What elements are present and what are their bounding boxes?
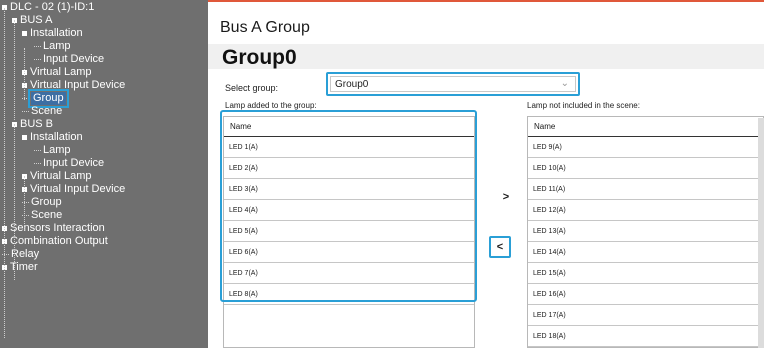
select-group-label: Select group: bbox=[225, 83, 279, 93]
tree-connector bbox=[34, 150, 41, 151]
lamp-list-row[interactable]: LED 4(A) bbox=[224, 200, 474, 221]
tree-item-label: BUS A bbox=[20, 14, 53, 26]
tree-item-label: Virtual Lamp bbox=[30, 66, 92, 78]
lamp-list-row[interactable]: LED 1(A) bbox=[224, 137, 474, 158]
group-select-field[interactable]: Group0 ⌄ bbox=[330, 76, 576, 92]
lamp-list-row[interactable]: LED 15(A) bbox=[528, 263, 763, 284]
page-title: Bus A Group bbox=[220, 19, 310, 36]
remove-from-group-button[interactable]: < bbox=[489, 236, 511, 258]
tree-item-label: Lamp bbox=[43, 40, 71, 52]
tree-item-label: Scene bbox=[31, 209, 63, 221]
lamp-list-row[interactable]: LED 10(A) bbox=[528, 158, 763, 179]
lamp-list-row[interactable]: LED 17(A) bbox=[528, 305, 763, 326]
tree-item-label: Combination Output bbox=[10, 235, 108, 247]
top-accent-bar bbox=[208, 0, 764, 2]
tree-item-label: Virtual Lamp bbox=[30, 170, 92, 182]
added-grid-header: Name bbox=[224, 117, 474, 137]
tree-item-label: Installation bbox=[30, 27, 83, 39]
chevron-down-icon[interactable]: ⌄ bbox=[561, 78, 569, 89]
group-heading-band: Group0 bbox=[208, 44, 764, 69]
tree-item-label: Relay bbox=[11, 248, 40, 260]
group-editor-panel: Bus A Group Group0 Select group: Group0 … bbox=[208, 0, 764, 348]
tree-item-label: Lamp bbox=[43, 144, 71, 156]
lamp-list-row[interactable]: LED 5(A) bbox=[224, 221, 474, 242]
lamp-list-row[interactable]: LED 13(A) bbox=[528, 221, 763, 242]
tree-item-label: Installation bbox=[30, 131, 83, 143]
lamp-list-row[interactable]: LED 14(A) bbox=[528, 242, 763, 263]
tree-item-label: Virtual Input Device bbox=[30, 79, 126, 91]
tree-item-label: Scene bbox=[31, 105, 63, 117]
lamp-list-row[interactable]: LED 6(A) bbox=[224, 242, 474, 263]
tree-item-label: Virtual Input Device bbox=[30, 183, 126, 195]
tree-connector bbox=[22, 111, 29, 112]
lamp-list-row[interactable]: LED 2(A) bbox=[224, 158, 474, 179]
added-lamps-grid[interactable]: Name LED 1(A) LED 2(A) LED 3(A) LED 4(A) LED… bbox=[223, 116, 475, 348]
lamp-list-row[interactable]: LED 18(A) bbox=[528, 326, 763, 347]
tree-item-label: Group bbox=[31, 196, 62, 208]
group-select-value: Group0 bbox=[335, 79, 369, 90]
tree-guide-line bbox=[14, 124, 15, 280]
tree-connector bbox=[34, 59, 41, 60]
tree-guide-line bbox=[24, 176, 25, 230]
not-included-grid-header: Name bbox=[528, 117, 763, 137]
lamp-list-row[interactable]: LED 8(A) bbox=[224, 284, 474, 305]
group-select-dropdown[interactable]: Group0 ⌄ bbox=[326, 72, 580, 96]
tree-item-label: Group bbox=[28, 89, 69, 108]
tree-guide-line bbox=[4, 8, 5, 338]
group-heading: Group0 bbox=[222, 46, 297, 69]
not-included-lamps-grid[interactable]: Name LED 9(A) LED 10(A) LED 11(A) LED 12(A)… bbox=[527, 116, 764, 348]
tree-guide-line bbox=[14, 20, 15, 120]
lamp-list-row[interactable]: LED 16(A) bbox=[528, 284, 763, 305]
lamp-list-row[interactable]: LED 11(A) bbox=[528, 179, 763, 200]
right-list-scrollbar[interactable] bbox=[758, 118, 764, 348]
tree-item-label: BUS B bbox=[20, 118, 54, 130]
not-included-list-caption: Lamp not included in the scene: bbox=[527, 101, 640, 110]
added-list-caption: Lamp added to the group: bbox=[225, 101, 317, 110]
lamp-list-row[interactable]: LED 3(A) bbox=[224, 179, 474, 200]
lamp-list-row[interactable]: LED 12(A) bbox=[528, 200, 763, 221]
tree-item-label: Input Device bbox=[43, 53, 105, 65]
tree-expander-icon[interactable] bbox=[22, 31, 27, 36]
tree-connector bbox=[34, 46, 41, 47]
tree-item-label: DLC - 02 (1)-ID:1 bbox=[10, 1, 95, 13]
tree-guide-line bbox=[24, 48, 25, 100]
tree-connector bbox=[34, 163, 41, 164]
tree-expander-icon[interactable] bbox=[22, 135, 27, 140]
add-to-group-button[interactable]: > bbox=[495, 186, 517, 208]
tree-item-label: Input Device bbox=[43, 157, 105, 169]
project-tree-sidebar: DLC - 02 (1)-ID:1 BUS A Installation Lamp In… bbox=[0, 0, 208, 348]
lamp-list-row[interactable]: LED 9(A) bbox=[528, 137, 763, 158]
lamp-list-row[interactable]: LED 7(A) bbox=[224, 263, 474, 284]
